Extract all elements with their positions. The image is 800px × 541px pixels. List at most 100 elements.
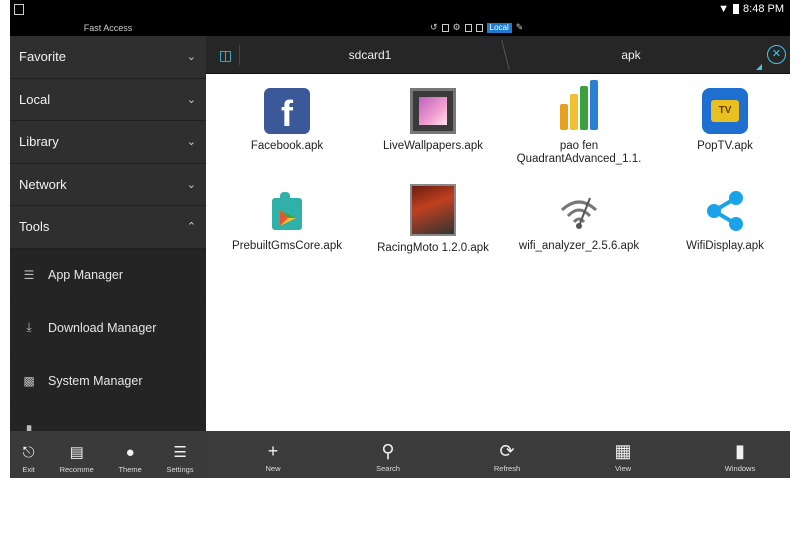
- gift-icon: ▤: [69, 444, 84, 461]
- app-manager-icon: ☰: [23, 267, 35, 282]
- sidebar: Favorite ⌄ Local ⌄ Library ⌄ Network ⌄ T…: [10, 36, 206, 431]
- tool-label: System Manager: [48, 373, 143, 388]
- search-label: Search: [376, 464, 400, 473]
- sd-card-icon[interactable]: [464, 23, 472, 32]
- file-item-poptv[interactable]: PopTV.apk: [652, 88, 790, 153]
- sidebar-item-local[interactable]: Local ⌄: [10, 78, 206, 121]
- sd-card-icon: ▮: [25, 421, 33, 432]
- refresh-icon: ⟳: [499, 441, 515, 461]
- exit-button[interactable]: ⎋ Exit: [22, 444, 35, 474]
- download-icon: ⤓: [26, 320, 32, 334]
- notification-icon: [14, 4, 24, 15]
- quadrant-icon: [556, 80, 602, 134]
- chevron-down-icon: ⌄: [186, 178, 196, 191]
- file-item-wifianalyzer[interactable]: wifi_analyzer_2.5.6.apk: [506, 188, 652, 253]
- grid-view-icon: ▦: [614, 441, 632, 461]
- file-grid: f Facebook.apk LiveWallpapers.apk pao fe…: [206, 74, 790, 431]
- file-item-gmscore[interactable]: PrebuiltGmsCore.apk: [214, 188, 360, 253]
- recycle-icon: ↺: [430, 22, 438, 32]
- sidebar-item-label: Network: [19, 176, 67, 192]
- sidebar-item-label: Local: [19, 91, 51, 107]
- new-button[interactable]: + New: [233, 431, 313, 478]
- sidebar-item-system-manager[interactable]: ▩ System Manager: [10, 354, 206, 408]
- bottom-toolbar: + New ⚲ Search ⟳ Refresh ▦ View ▮ Window…: [206, 431, 790, 478]
- settings-sliders-icon: ☰: [173, 444, 187, 461]
- gms-core-icon: [264, 188, 310, 234]
- status-bar: ▼ 8:48 PM: [10, 0, 790, 20]
- file-item-quadrant[interactable]: pao fen QuadrantAdvanced_1.1.: [506, 80, 652, 166]
- windows-button[interactable]: ▮ Windows: [700, 431, 780, 478]
- file-name: Facebook.apk: [250, 140, 324, 152]
- file-name: pao fen QuadrantAdvanced_1.1.: [516, 140, 642, 165]
- sidebar-item-download-manager[interactable]: ⤓ Download Manager: [10, 301, 206, 355]
- sidebar-bottom-bar: ⎋ Exit ▤ Recomme ● Theme ☰ Settings: [10, 431, 206, 478]
- dropdown-corner-icon[interactable]: [756, 64, 762, 70]
- file-item-racingmoto[interactable]: RacingMoto 1.2.0.apk: [360, 184, 506, 255]
- chevron-down-icon: ⌄: [186, 93, 196, 106]
- clock: 8:48 PM: [743, 3, 784, 15]
- chevron-down-icon: ⌄: [186, 51, 196, 64]
- local-chip[interactable]: Local: [486, 22, 512, 33]
- window-indicators: ↺ ⚙ Local ✎: [430, 22, 523, 33]
- file-name: RacingMoto 1.2.0.apk: [377, 242, 489, 254]
- edit-icon[interactable]: ✎: [516, 22, 524, 33]
- wifi-signal-icon: ▼: [718, 3, 730, 15]
- racing-moto-icon: [410, 184, 456, 236]
- close-icon[interactable]: ✕: [767, 45, 786, 64]
- sidebar-item-favorite[interactable]: Favorite ⌄: [10, 36, 206, 79]
- settings-button[interactable]: ☰ Settings: [167, 444, 194, 474]
- fast-access-title: Fast Access: [83, 23, 133, 33]
- sidebar-item-partial[interactable]: ▮: [10, 407, 206, 432]
- breadcrumb-sdcard1[interactable]: sdcard1: [244, 36, 496, 74]
- gear-icon[interactable]: ⚙: [453, 22, 461, 33]
- file-item-wifidisplay[interactable]: WifiDisplay.apk: [652, 188, 790, 253]
- window-icon[interactable]: [475, 23, 483, 32]
- refresh-button[interactable]: ⟳ Refresh: [467, 431, 547, 478]
- windows-icon: ▮: [735, 441, 745, 461]
- new-label: New: [265, 464, 281, 473]
- refresh-label: Refresh: [493, 464, 521, 473]
- sidebar-item-app-manager[interactable]: ☰ App Manager: [10, 248, 206, 302]
- wifi-analyzer-icon: [556, 188, 602, 234]
- system-manager-icon: ▩: [23, 373, 35, 388]
- sidebar-item-network[interactable]: Network ⌄: [10, 163, 206, 206]
- tool-label: Download Manager: [48, 320, 157, 335]
- sidebar-item-label: Library: [19, 134, 59, 150]
- file-name: LiveWallpapers.apk: [383, 140, 483, 152]
- file-manager-screen: ▼ 8:48 PM Fast Access ↺ ⚙ Local ✎ Favori…: [10, 0, 790, 478]
- view-button[interactable]: ▦ View: [583, 431, 663, 478]
- facebook-icon: f: [264, 88, 310, 134]
- exit-label: Exit: [22, 465, 35, 474]
- sidebar-toggle-icon[interactable]: ◫: [212, 45, 240, 65]
- tool-label: App Manager: [48, 267, 124, 282]
- theme-button[interactable]: ● Theme: [118, 444, 141, 474]
- file-item-facebook[interactable]: f Facebook.apk: [214, 88, 360, 153]
- battery-icon: [733, 4, 740, 14]
- clipboard-icon[interactable]: [441, 23, 449, 32]
- breadcrumb-apk[interactable]: apk: [506, 36, 756, 74]
- file-name: WifiDisplay.apk: [686, 240, 764, 252]
- plus-icon: +: [267, 441, 279, 461]
- sidebar-item-label: Tools: [19, 219, 50, 235]
- theme-label: Theme: [118, 465, 142, 474]
- palette-icon: ●: [125, 444, 135, 461]
- poptv-icon: [702, 88, 748, 134]
- search-button[interactable]: ⚲ Search: [348, 431, 428, 478]
- file-name: PopTV.apk: [697, 140, 753, 152]
- recommend-label: Recomme: [59, 465, 94, 474]
- recommend-button[interactable]: ▤ Recomme: [60, 444, 94, 474]
- wifi-display-icon: [702, 188, 748, 234]
- chevron-up-icon: ⌃: [186, 221, 196, 234]
- sub-header: Fast Access ↺ ⚙ Local ✎: [10, 20, 790, 36]
- sidebar-item-tools[interactable]: Tools ⌃: [10, 206, 206, 249]
- path-bar: ◫ sdcard1 apk ✕: [206, 36, 790, 74]
- search-icon: ⚲: [381, 441, 395, 461]
- sidebar-item-library[interactable]: Library ⌄: [10, 121, 206, 164]
- file-item-livewallpapers[interactable]: LiveWallpapers.apk: [360, 88, 506, 153]
- sidebar-item-label: Favorite: [19, 49, 66, 65]
- chevron-down-icon: ⌄: [186, 136, 196, 149]
- exit-icon: ⎋: [22, 444, 35, 461]
- live-wallpapers-icon: [410, 88, 456, 134]
- main-panel: ◫ sdcard1 apk ✕ f Facebook.apk LiveWallp…: [206, 36, 790, 478]
- view-label: View: [614, 464, 632, 473]
